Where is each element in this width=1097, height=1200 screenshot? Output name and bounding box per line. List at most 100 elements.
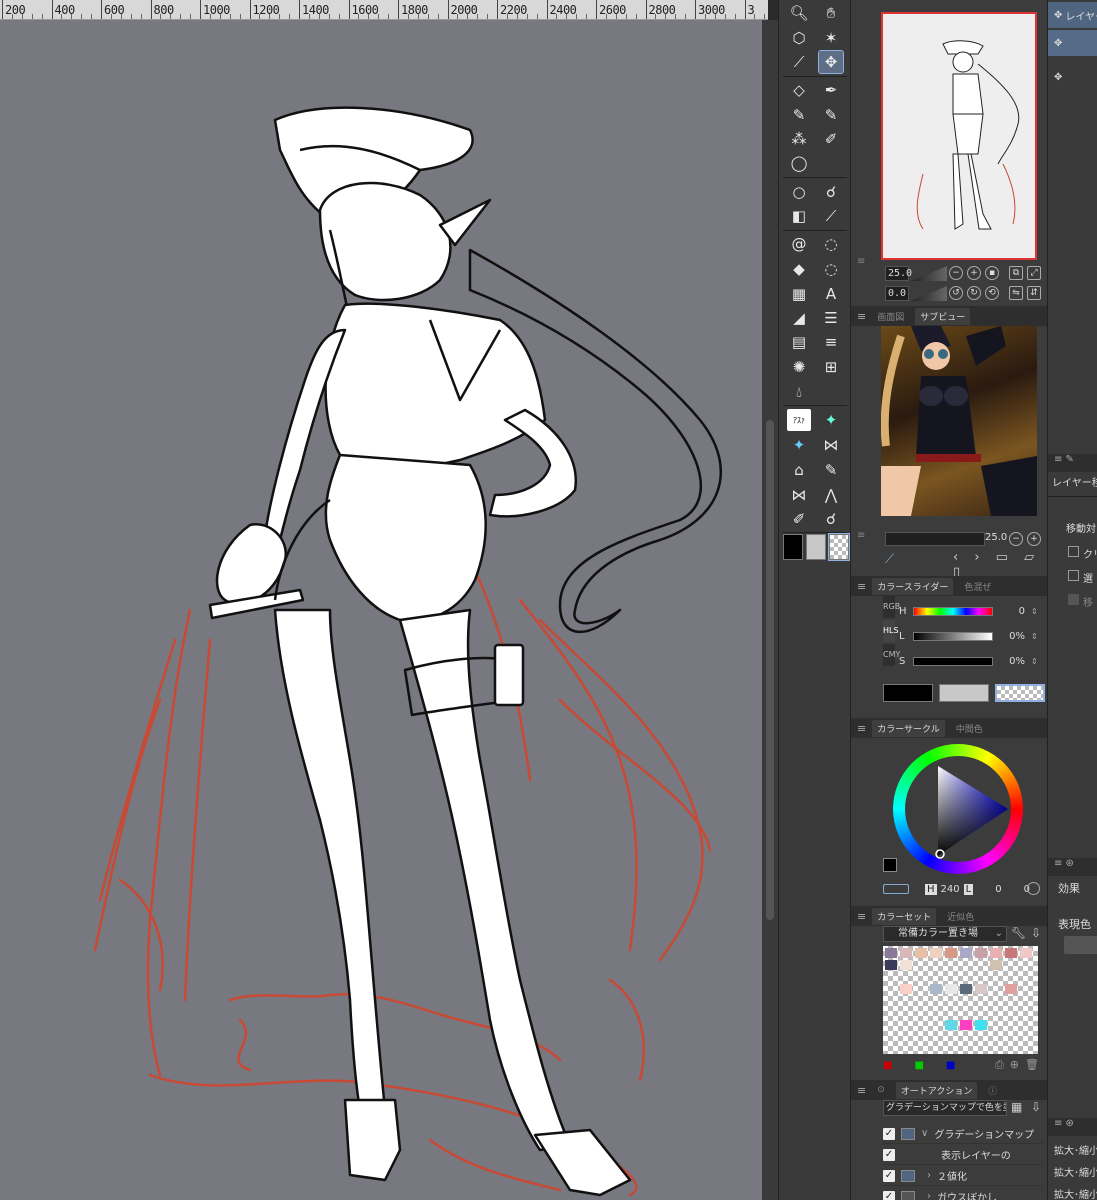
- color-swatch[interactable]: [945, 1020, 957, 1030]
- lasso-icon[interactable]: ◯: [787, 152, 811, 174]
- fullscreen-icon[interactable]: ⤢: [1027, 266, 1041, 280]
- color-set-grid[interactable]: [883, 946, 1038, 1054]
- color-swatch[interactable]: [930, 984, 942, 994]
- house-icon[interactable]: ⌂: [787, 459, 811, 481]
- color-swatch[interactable]: [945, 984, 957, 994]
- move-layer-icon[interactable]: ✥: [818, 50, 844, 74]
- balloon-icon[interactable]: ◌: [819, 233, 843, 255]
- auto-action-item[interactable]: ✓ 表示レイヤーの: [883, 1145, 1043, 1165]
- panel-menu-icon[interactable]: ≡: [857, 580, 866, 593]
- tab-canvas-view[interactable]: 画面図: [872, 308, 909, 325]
- tab-color-circle[interactable]: カラーサークル: [872, 719, 945, 737]
- history-item[interactable]: 拡大･縮小: [1048, 1138, 1097, 1160]
- color-set-dropdown[interactable]: 常備カラー置き場 ⌄: [883, 926, 1007, 942]
- navigator-preview[interactable]: [881, 12, 1037, 260]
- color-swatch[interactable]: [885, 960, 897, 970]
- auto-action-item[interactable]: ✓ › ガウスぼかし: [883, 1187, 1043, 1200]
- transparent-color-swatch[interactable]: [828, 533, 850, 561]
- action-dialog-icon[interactable]: [901, 1127, 915, 1140]
- chevron-right-icon[interactable]: ›: [927, 1191, 931, 1200]
- panel-menu-icon[interactable]: ≡: [857, 256, 865, 267]
- color-swatch[interactable]: [885, 948, 897, 958]
- checkbox-icon[interactable]: [1068, 546, 1079, 557]
- slider-sub-color[interactable]: [939, 684, 989, 702]
- speech-bubble-icon[interactable]: ◌: [819, 258, 843, 280]
- color-wheel[interactable]: [893, 744, 1023, 874]
- tab-auto-action[interactable]: オートアクション: [895, 1081, 978, 1099]
- brush-icon[interactable]: ✐: [819, 128, 843, 150]
- panel-menu-icon[interactable]: ≡: [857, 1084, 866, 1097]
- zoom-slider[interactable]: [911, 266, 947, 281]
- ellipse-icon[interactable]: ○: [787, 181, 811, 203]
- texture-icon[interactable]: ｱｽｧ: [787, 409, 811, 431]
- hsv-toggle-icon[interactable]: [1027, 882, 1040, 895]
- action-dialog-icon[interactable]: [901, 1169, 915, 1182]
- option-row[interactable]: クリ: [1068, 546, 1097, 561]
- panel-menu-icon[interactable]: ≡: [857, 722, 866, 735]
- speed-lines-icon[interactable]: ≡: [819, 331, 843, 353]
- color-swatch[interactable]: [900, 948, 912, 958]
- checkbox-icon[interactable]: ✓: [883, 1127, 895, 1140]
- checkbox-icon[interactable]: [1068, 594, 1079, 605]
- eraser-icon[interactable]: ◇: [787, 79, 811, 101]
- sparkle-green-icon[interactable]: ✦: [819, 409, 843, 431]
- pencil-icon[interactable]: ✎: [787, 104, 811, 126]
- color-swatch[interactable]: [960, 1020, 972, 1030]
- option-row[interactable]: 移: [1068, 594, 1093, 609]
- history-item[interactable]: 拡大･縮小: [1048, 1160, 1097, 1182]
- navigator-zoom-field[interactable]: 25.0: [885, 266, 912, 281]
- slider-row-s[interactable]: S 0% ⇕: [899, 652, 1038, 670]
- zoom-icon[interactable]: 🔍︎: [787, 2, 811, 24]
- grass-icon[interactable]: ⋀: [819, 484, 843, 506]
- airbrush-icon[interactable]: ⁂: [787, 128, 811, 150]
- pen-icon[interactable]: ✒︎: [819, 79, 843, 101]
- scrollbar-thumb[interactable]: [766, 420, 774, 920]
- spiral-icon[interactable]: @: [787, 233, 811, 255]
- fill-bucket-icon[interactable]: ◆: [787, 258, 811, 280]
- focus-lines-icon[interactable]: ✺: [787, 356, 811, 378]
- auto-action-set-dropdown[interactable]: グラデーションマップで色を塗る: [883, 1100, 1007, 1116]
- eyedropper-icon[interactable]: ⟋: [787, 51, 811, 73]
- fill-brush-icon[interactable]: ⟋: [819, 205, 843, 227]
- spin-icon[interactable]: ⇕: [1031, 632, 1038, 641]
- spin-icon[interactable]: ⇕: [1031, 657, 1038, 666]
- reset-rotation-icon[interactable]: ⟲: [985, 286, 999, 300]
- color-swatch[interactable]: [975, 1020, 987, 1030]
- flip-vertical-icon[interactable]: ⇵: [1027, 286, 1041, 300]
- sub-color-swatch[interactable]: [806, 534, 826, 560]
- rotate-right-icon[interactable]: ↻: [967, 286, 981, 300]
- tab-color-set[interactable]: カラーセット: [872, 907, 937, 925]
- frame-border-icon[interactable]: ☰: [819, 307, 843, 329]
- rotate-left-icon[interactable]: ↺: [949, 286, 963, 300]
- zoom-out-icon[interactable]: −: [949, 266, 963, 280]
- download-icon[interactable]: ⇩: [1031, 1100, 1041, 1114]
- tab-intermediate-color[interactable]: 中間色: [951, 720, 988, 737]
- sub-tool-layer-move-2[interactable]: ✥: [1048, 30, 1097, 56]
- color-swatch[interactable]: [930, 948, 942, 958]
- subview-zoom-slider[interactable]: [885, 532, 985, 546]
- navigator-rotation-field[interactable]: 0.0: [885, 286, 909, 301]
- ribbon-icon[interactable]: ⋈: [819, 434, 843, 456]
- color-mode-toggle-icon[interactable]: [883, 884, 909, 894]
- checkbox-icon[interactable]: ✓: [883, 1190, 895, 1200]
- color-swatch[interactable]: [1020, 948, 1032, 958]
- custom-brush-icon[interactable]: ✐: [787, 508, 811, 530]
- checkbox-icon[interactable]: [1068, 570, 1079, 581]
- chevron-right-icon[interactable]: ›: [927, 1170, 931, 1181]
- pattern-icon[interactable]: ⊞: [819, 356, 843, 378]
- tab-history-icon[interactable]: ⊙: [872, 1083, 890, 1097]
- option-row[interactable]: 選: [1068, 570, 1093, 585]
- color-swatch[interactable]: [945, 948, 957, 958]
- slider-transparent-color[interactable]: [995, 684, 1045, 702]
- canvas-vertical-scrollbar[interactable]: [762, 20, 778, 1200]
- subview-eyedropper-icon[interactable]: ⟋: [885, 552, 894, 567]
- droplets-icon[interactable]: 💧︎: [787, 381, 811, 403]
- mode-tab-cmy[interactable]: CMY: [883, 644, 900, 666]
- bow-icon[interactable]: ⋈: [787, 484, 811, 506]
- wrench-icon[interactable]: 🔧︎: [1011, 926, 1026, 940]
- color-swatch[interactable]: [900, 984, 912, 994]
- color-set-action-icons[interactable]: ⎙⊕🗑︎: [995, 1058, 1045, 1072]
- color-swatch[interactable]: [1005, 984, 1017, 994]
- subview-zoom-in-icon[interactable]: +: [1027, 532, 1041, 546]
- fit-icon[interactable]: ▪: [985, 266, 999, 280]
